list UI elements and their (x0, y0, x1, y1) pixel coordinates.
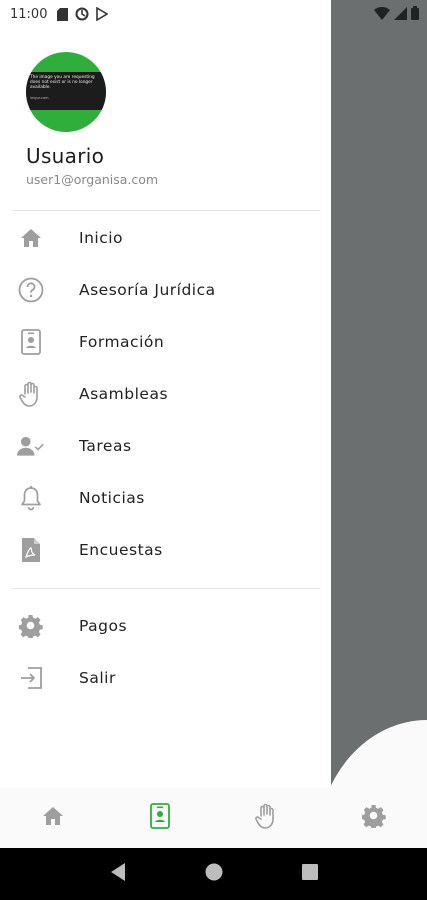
menu-item-label: Formación (79, 333, 165, 351)
navigation-drawer: The image you are requesting does not ex… (0, 0, 331, 788)
user-name: Usuario (26, 144, 105, 168)
avatar[interactable]: The image you are requesting does not ex… (26, 52, 106, 132)
document-icon (17, 536, 45, 564)
menu-item-label: Tareas (79, 437, 132, 455)
status-time: 11:00 (10, 6, 48, 22)
menu-item-encuestas[interactable]: Encuestas (0, 524, 331, 576)
home-icon (42, 806, 64, 830)
recents-icon[interactable] (301, 864, 318, 884)
menu-item-formacion[interactable]: Formación (0, 316, 331, 368)
menu-item-label: Encuestas (79, 541, 163, 559)
menu-item-asambleas[interactable]: Asambleas (0, 368, 331, 420)
hand-icon (17, 380, 45, 408)
help-circle-icon (17, 276, 45, 304)
menu-item-noticias[interactable]: Noticias (0, 472, 331, 524)
signal-icon (394, 6, 407, 24)
avatar-placeholder-image: The image you are requesting does not ex… (26, 72, 106, 110)
status-bar: 11:00 (0, 0, 427, 28)
system-navigation-bar (0, 848, 427, 900)
tab-settings[interactable] (320, 788, 427, 848)
sd-card-icon (57, 7, 69, 21)
battery-icon (411, 6, 419, 24)
menu-item-salir[interactable]: Salir (0, 652, 331, 704)
menu-item-label: Pagos (79, 617, 128, 635)
menu-item-asesoria-juridica[interactable]: Asesoría Jurídica (0, 264, 331, 316)
avatar-placeholder-text: The image you are requesting does not ex… (30, 75, 95, 90)
hand-icon (255, 803, 279, 833)
user-email: user1@organisa.com (26, 172, 159, 187)
tab-home[interactable] (0, 788, 107, 848)
home-icon (17, 224, 45, 252)
menu-item-label: Asambleas (79, 385, 169, 403)
user-check-icon (17, 432, 45, 460)
menu-item-pagos[interactable]: Pagos (0, 600, 331, 652)
menu-item-label: Asesoría Jurídica (79, 281, 216, 299)
sync-icon (75, 7, 89, 21)
menu-item-label: Inicio (79, 229, 124, 247)
bottom-navigation (0, 788, 427, 848)
menu-item-label: Salir (79, 669, 116, 687)
avatar-placeholder-caption: imgur.com (30, 96, 49, 100)
menu-item-inicio[interactable]: Inicio (0, 212, 331, 264)
bell-icon (17, 484, 45, 512)
logout-icon (17, 664, 45, 692)
id-badge-icon (150, 803, 171, 833)
play-store-icon (96, 7, 109, 21)
back-icon[interactable] (109, 862, 127, 886)
gear-icon (360, 804, 386, 832)
home-button-icon[interactable] (205, 863, 223, 885)
divider (12, 588, 320, 589)
divider (12, 210, 320, 211)
tab-formacion[interactable] (107, 788, 214, 848)
wifi-icon (374, 6, 390, 24)
gear-icon (17, 612, 45, 640)
menu-item-label: Noticias (79, 489, 145, 507)
menu-item-tareas[interactable]: Tareas (0, 420, 331, 472)
tab-asambleas[interactable] (214, 788, 321, 848)
id-badge-icon (17, 328, 45, 356)
